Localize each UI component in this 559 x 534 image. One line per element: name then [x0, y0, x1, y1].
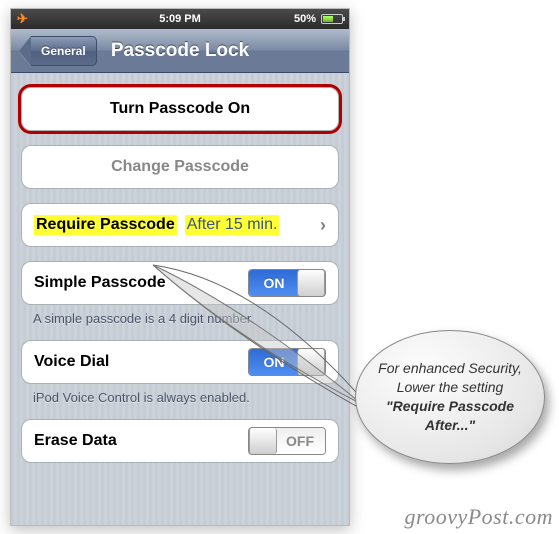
simple-passcode-footer: A simple passcode is a 4 digit number. — [21, 305, 339, 326]
erase-data-row[interactable]: Erase Data ON OFF — [21, 419, 339, 463]
callout-bold: "Require Passcode After..." — [386, 398, 514, 433]
callout-text: For enhanced Security, Lower the setting — [378, 360, 522, 395]
toggle-knob — [297, 349, 325, 375]
toggle-on-label: ON — [249, 349, 299, 375]
require-passcode-label: Require Passcode — [34, 215, 177, 235]
annotation-callout: For enhanced Security, Lower the setting… — [355, 330, 545, 464]
toggle-knob — [249, 428, 277, 454]
simple-passcode-row[interactable]: Simple Passcode ON OFF — [21, 261, 339, 305]
phone-frame: ✈ 5:09 PM 50% General Passcode Lock Turn… — [10, 8, 350, 526]
chevron-left-icon — [19, 36, 31, 66]
chevron-right-icon: › — [320, 215, 326, 236]
toggle-off-label: OFF — [275, 428, 325, 454]
turn-passcode-on-button[interactable]: Turn Passcode On — [21, 87, 339, 131]
voice-dial-row[interactable]: Voice Dial ON OFF — [21, 340, 339, 384]
cell-label: Change Passcode — [111, 158, 249, 176]
cell-label: Turn Passcode On — [110, 100, 250, 118]
voice-dial-toggle[interactable]: ON OFF — [248, 348, 326, 376]
status-time: 5:09 PM — [11, 13, 349, 25]
status-bar: ✈ 5:09 PM 50% — [11, 9, 349, 29]
voice-dial-footer: iPod Voice Control is always enabled. — [21, 384, 339, 405]
settings-table: Turn Passcode On Change Passcode Require… — [11, 73, 349, 525]
voice-dial-label: Voice Dial — [34, 353, 109, 371]
battery-icon — [321, 14, 343, 24]
simple-passcode-label: Simple Passcode — [34, 274, 166, 292]
change-passcode-button[interactable]: Change Passcode — [21, 145, 339, 189]
erase-data-toggle[interactable]: ON OFF — [248, 427, 326, 455]
watermark: groovyPost.com — [404, 504, 553, 530]
toggle-on-label: ON — [249, 270, 299, 296]
back-button[interactable]: General — [19, 36, 97, 66]
erase-data-label: Erase Data — [34, 432, 117, 450]
nav-bar: General Passcode Lock — [11, 29, 349, 73]
require-passcode-value: After 15 min. — [185, 215, 280, 235]
toggle-knob — [297, 270, 325, 296]
require-passcode-row[interactable]: Require Passcode After 15 min. › — [21, 203, 339, 247]
simple-passcode-toggle[interactable]: ON OFF — [248, 269, 326, 297]
back-button-label: General — [31, 36, 97, 66]
